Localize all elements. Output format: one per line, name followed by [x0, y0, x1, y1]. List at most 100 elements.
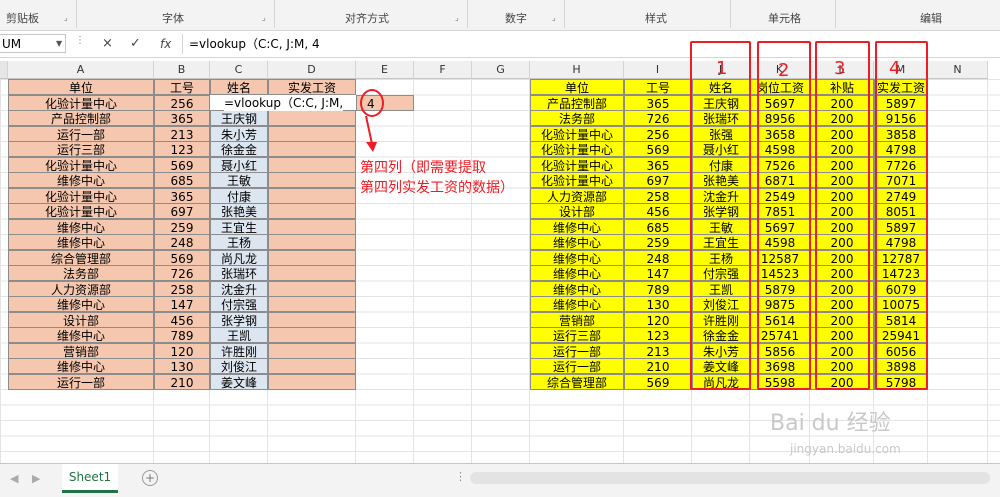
left-table-cell[interactable]: 维修中心	[8, 234, 154, 250]
left-table-cell[interactable]	[268, 234, 356, 250]
add-sheet-icon[interactable]: +	[142, 470, 158, 486]
left-table-cell[interactable]: 营销部	[8, 342, 154, 359]
number-launcher-icon[interactable]: ⌟	[552, 13, 556, 22]
left-table-cell[interactable]: 姜文峰	[210, 373, 268, 390]
right-table-cell[interactable]: 法务部	[530, 110, 624, 126]
cancel-icon[interactable]: ×	[102, 34, 113, 54]
left-table-cell[interactable]: 付康	[210, 187, 268, 204]
ribbon-group-number[interactable]: 数字	[505, 10, 527, 26]
left-table-cell[interactable]: 张学钢	[210, 311, 268, 328]
left-table-cell[interactable]: 120	[154, 342, 210, 359]
left-table-cell[interactable]: 123	[154, 141, 210, 157]
right-table-cell[interactable]: 685	[624, 218, 692, 235]
left-table-cell[interactable]: 聂小红	[210, 156, 268, 173]
right-table-cell[interactable]: 运行三部	[530, 327, 624, 343]
left-table-cell[interactable]: 685	[154, 172, 210, 188]
next-sheet-icon[interactable]: ▶	[32, 472, 40, 485]
right-table-cell[interactable]: 化验计量中心	[530, 141, 624, 157]
left-table-cell[interactable]: 789	[154, 327, 210, 343]
column-header-e[interactable]: E	[356, 61, 414, 79]
left-table-cell[interactable]: 付宗强	[210, 296, 268, 312]
ribbon-group-clipboard[interactable]: 剪贴板	[6, 10, 39, 26]
left-table-cell[interactable]	[268, 311, 356, 328]
left-table-cell[interactable]	[268, 125, 356, 142]
left-table-cell[interactable]	[268, 358, 356, 374]
ribbon-group-font[interactable]: 字体	[162, 10, 184, 26]
left-table-cell[interactable]	[268, 172, 356, 188]
left-table-cell[interactable]: 维修中心	[8, 172, 154, 188]
ribbon-group-styles[interactable]: 样式	[645, 10, 667, 26]
left-table-cell[interactable]: 213	[154, 125, 210, 142]
left-table-cell[interactable]	[268, 265, 356, 281]
column-header-h[interactable]: H	[530, 61, 624, 79]
alignment-launcher-icon[interactable]: ⌟	[455, 13, 459, 22]
left-header-cell[interactable]: 工号	[154, 79, 210, 95]
name-box-dropdown-icon[interactable]: ▼	[56, 34, 62, 53]
right-table-cell[interactable]: 综合管理部	[530, 373, 624, 390]
left-table-cell[interactable]: 化验计量中心	[8, 156, 154, 173]
ribbon-group-alignment[interactable]: 对齐方式	[345, 10, 389, 26]
right-table-cell[interactable]: 维修中心	[530, 234, 624, 250]
right-table-cell[interactable]: 569	[624, 141, 692, 157]
right-table-cell[interactable]: 456	[624, 203, 692, 219]
horizontal-scrollbar[interactable]	[470, 472, 990, 484]
right-table-cell[interactable]: 697	[624, 172, 692, 188]
right-table-cell[interactable]: 产品控制部	[530, 94, 624, 111]
right-table-cell[interactable]: 设计部	[530, 203, 624, 219]
right-table-cell[interactable]: 210	[624, 358, 692, 374]
editing-formula-text[interactable]: =vlookup（C:C, J:M,	[224, 95, 344, 111]
left-table-cell[interactable]: 569	[154, 156, 210, 173]
left-table-cell[interactable]	[268, 327, 356, 343]
column-header-g[interactable]: G	[472, 61, 530, 79]
left-table-cell[interactable]: 130	[154, 358, 210, 374]
right-table-cell[interactable]: 化验计量中心	[530, 156, 624, 173]
left-table-cell[interactable]: 维修中心	[8, 296, 154, 312]
right-table-cell[interactable]: 365	[624, 94, 692, 111]
left-table-cell[interactable]: 王凯	[210, 327, 268, 343]
right-table-cell[interactable]: 运行一部	[530, 342, 624, 359]
right-table-cell[interactable]: 维修中心	[530, 280, 624, 297]
select-all-corner[interactable]	[0, 61, 8, 79]
right-table-cell[interactable]: 365	[624, 156, 692, 173]
column-header-b[interactable]: B	[154, 61, 210, 79]
right-table-cell[interactable]: 人力资源部	[530, 187, 624, 204]
left-table-cell[interactable]: 徐金金	[210, 141, 268, 157]
insert-function-icon[interactable]: fx	[160, 34, 171, 54]
left-table-cell[interactable]: 维修中心	[8, 327, 154, 343]
column-header-n[interactable]: N	[928, 61, 988, 79]
left-table-cell[interactable]: 维修中心	[8, 218, 154, 235]
prev-sheet-icon[interactable]: ◀	[10, 472, 18, 485]
sheet-tab-sheet1[interactable]: Sheet1	[62, 464, 118, 493]
left-table-cell[interactable]	[268, 296, 356, 312]
right-table-cell[interactable]: 123	[624, 327, 692, 343]
enter-check-icon[interactable]: ✓	[130, 34, 141, 54]
left-table-cell[interactable]: 法务部	[8, 265, 154, 281]
left-header-cell[interactable]: 姓名	[210, 79, 268, 95]
left-table-cell[interactable]: 256	[154, 94, 210, 111]
right-table-cell[interactable]: 维修中心	[530, 249, 624, 266]
column-header-a[interactable]: A	[8, 61, 154, 79]
left-table-cell[interactable]: 化验计量中心	[8, 203, 154, 219]
left-table-cell[interactable]: 365	[154, 110, 210, 126]
left-table-cell[interactable]	[268, 373, 356, 390]
right-table-cell[interactable]: 256	[624, 125, 692, 142]
left-table-cell[interactable]: 726	[154, 265, 210, 281]
right-table-cell[interactable]: 130	[624, 296, 692, 312]
left-table-cell[interactable]: 259	[154, 218, 210, 235]
left-header-cell[interactable]: 单位	[8, 79, 154, 95]
left-table-cell[interactable]: 王敏	[210, 172, 268, 188]
left-table-cell[interactable]: 697	[154, 203, 210, 219]
right-table-cell[interactable]: 248	[624, 249, 692, 266]
right-table-cell[interactable]: 789	[624, 280, 692, 297]
left-table-cell[interactable]: 张艳美	[210, 203, 268, 219]
right-table-cell[interactable]: 213	[624, 342, 692, 359]
left-table-cell[interactable]	[268, 187, 356, 204]
left-table-cell[interactable]	[268, 141, 356, 157]
right-table-cell[interactable]: 726	[624, 110, 692, 126]
left-table-cell[interactable]: 综合管理部	[8, 249, 154, 266]
right-table-cell[interactable]: 120	[624, 311, 692, 328]
right-header-cell[interactable]: 工号	[624, 79, 692, 95]
right-table-cell[interactable]: 维修中心	[530, 265, 624, 281]
left-table-cell[interactable]: 化验计量中心	[8, 94, 154, 111]
left-table-cell[interactable]: 258	[154, 280, 210, 297]
